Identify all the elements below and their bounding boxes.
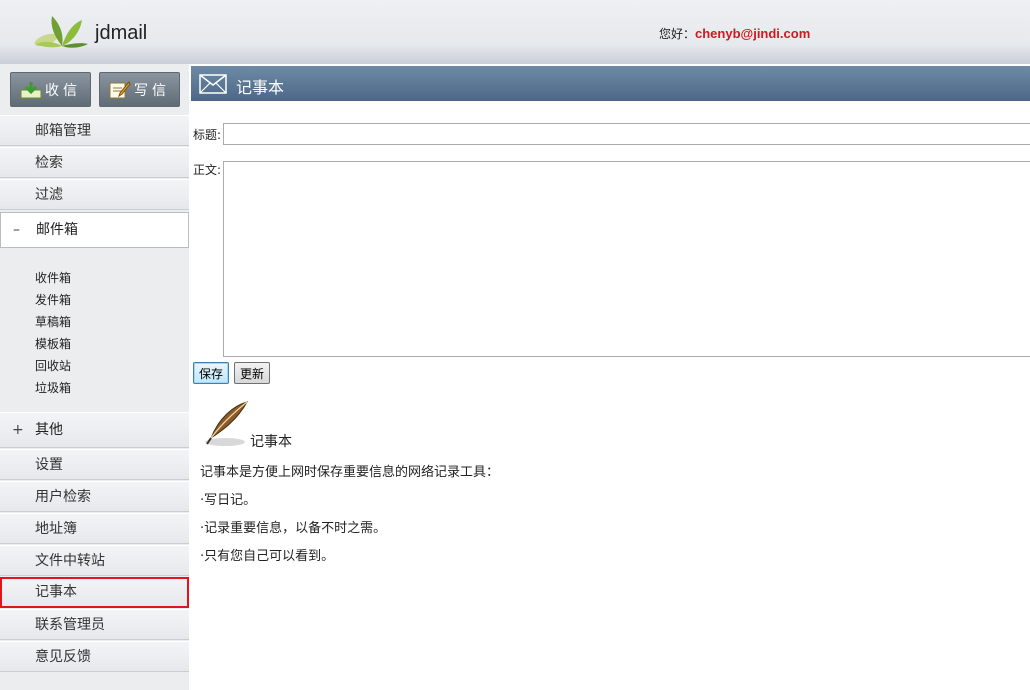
sidebar-item-search[interactable]: 检索	[0, 147, 189, 178]
greeting-label: 您好：	[659, 27, 696, 41]
main-content: 记事本 标题: 正文: 保存 更新 记事本 记事本是方便上网时保存重要信息的网络…	[189, 64, 1030, 690]
other-group-label: 其他	[35, 422, 63, 438]
panel-titlebar: 记事本	[191, 66, 1030, 101]
mailbox-drafts[interactable]: 草稿箱	[35, 313, 71, 330]
leaf-logo-icon	[34, 16, 88, 48]
body-label: 正文:	[193, 163, 222, 177]
refresh-button[interactable]: 更新	[234, 362, 271, 384]
expand-icon: +	[12, 422, 24, 438]
save-button[interactable]: 保存	[193, 362, 230, 384]
body-textarea[interactable]	[223, 161, 1030, 357]
logo-text: jdmail	[95, 22, 148, 44]
mailbox-junk[interactable]: 垃圾箱	[35, 379, 71, 396]
intro-title: 记事本	[250, 434, 292, 450]
quill-pen-icon	[205, 401, 249, 446]
write-button[interactable]: 写信	[99, 72, 180, 107]
mailbox-sent[interactable]: 发件箱	[35, 291, 71, 308]
subject-input[interactable]	[223, 123, 1030, 145]
mailbox-inbox[interactable]: 收件箱	[35, 269, 71, 286]
sidebar-item-filter[interactable]: 过滤	[0, 179, 189, 210]
sidebar-item-user-search[interactable]: 用户检索	[0, 481, 189, 512]
mailbox-trash[interactable]: 回收站	[35, 357, 71, 374]
sidebar-item-settings[interactable]: 设置	[0, 449, 189, 480]
download-icon	[20, 81, 42, 98]
mailbox-group-toggle[interactable]: – 邮件箱	[0, 212, 189, 248]
sidebar-item-contact-admin[interactable]: 联系管理员	[0, 609, 189, 640]
user-greeting: 您好：chenyb@jindi.com	[659, 25, 810, 42]
other-group-toggle[interactable]: + 其他	[0, 412, 189, 448]
intro-bullet: ·写日记。	[200, 493, 257, 508]
sidebar-item-address-book[interactable]: 地址簿	[0, 513, 189, 544]
header: jdmail 您好：chenyb@jindi.com	[0, 0, 1030, 64]
write-label: 写信	[134, 82, 170, 99]
mailbox-group-label: 邮件箱	[36, 222, 78, 238]
intro-bullet: ·只有您自己可以看到。	[200, 549, 335, 564]
subject-label: 标题:	[193, 128, 222, 142]
mailbox-templates[interactable]: 模板箱	[35, 335, 71, 352]
intro-bullet: ·记录重要信息，以备不时之需。	[200, 521, 387, 536]
sidebar-item-mailbox-management[interactable]: 邮箱管理	[0, 115, 189, 146]
sidebar-item-file-transfer[interactable]: 文件中转站	[0, 545, 189, 576]
sidebar-item-feedback[interactable]: 意见反馈	[0, 641, 189, 672]
receive-label: 收信	[45, 82, 81, 99]
sidebar: 收信 写信 邮箱管理 检索 过滤 – 邮件箱 收件箱 发件箱 草稿箱 模板箱 回…	[0, 64, 189, 690]
collapse-icon: –	[13, 222, 20, 238]
envelope-icon	[199, 74, 227, 94]
user-email: chenyb@jindi.com	[695, 26, 811, 41]
page-title: 记事本	[236, 78, 285, 97]
receive-button[interactable]: 收信	[10, 72, 91, 107]
compose-icon	[109, 80, 131, 98]
sidebar-item-notepad[interactable]: 记事本	[0, 577, 189, 608]
intro-description: 记事本是方便上网时保存重要信息的网络记录工具：	[200, 465, 500, 480]
